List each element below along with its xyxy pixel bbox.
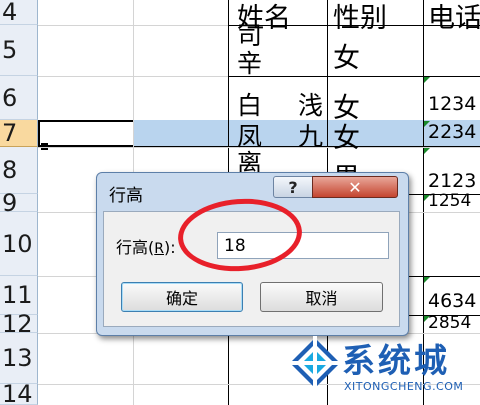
error-indicator-icon bbox=[424, 277, 430, 283]
row-header-8[interactable]: 8 bbox=[0, 147, 38, 194]
row-number: 11 bbox=[2, 281, 33, 309]
help-icon: ? bbox=[288, 177, 298, 197]
cell-phone[interactable]: 2234 bbox=[428, 121, 476, 143]
row-number: 10 bbox=[2, 229, 33, 258]
row-number: 8 bbox=[2, 156, 18, 184]
error-indicator-icon bbox=[424, 77, 430, 83]
cell-name[interactable]: 司 辛 bbox=[237, 22, 262, 78]
cell-phone[interactable]: 1254 bbox=[428, 191, 471, 211]
table-border bbox=[228, 76, 480, 77]
row-header-4[interactable]: 4 bbox=[0, 0, 38, 26]
row-height-label: 行高(R): bbox=[116, 238, 176, 257]
row-number: 6 bbox=[2, 83, 18, 112]
cell-gender[interactable]: 女 bbox=[333, 116, 360, 155]
cell-phone[interactable]: 4634 bbox=[428, 290, 476, 312]
close-icon: ✕ bbox=[348, 177, 362, 197]
row-number: 5 bbox=[2, 36, 18, 64]
cell-gender[interactable]: 女 bbox=[333, 36, 360, 75]
row-header-9[interactable]: 9 bbox=[0, 189, 38, 217]
cell-phone[interactable]: 2123 bbox=[428, 170, 476, 192]
label-shortcut: R bbox=[154, 241, 164, 257]
row-header-12[interactable]: 12 bbox=[0, 310, 38, 338]
row-header-6[interactable]: 6 bbox=[0, 76, 38, 120]
label-text: 行高 bbox=[116, 238, 149, 257]
dialog-title: 行高 bbox=[109, 186, 143, 206]
row-header-7[interactable]: 7 bbox=[0, 119, 38, 147]
watermark: 系统城 XITONGCHENG.COM bbox=[286, 330, 480, 405]
ok-button[interactable]: 确定 bbox=[121, 282, 243, 312]
header-gender[interactable]: 性别 bbox=[333, 0, 387, 35]
row-header-14[interactable]: 14 bbox=[0, 380, 38, 405]
cancel-button[interactable]: 取消 bbox=[260, 282, 383, 312]
watermark-url: XITONGCHENG.COM bbox=[344, 380, 464, 393]
row-header-13[interactable]: 13 bbox=[0, 333, 38, 384]
row-number: 13 bbox=[2, 344, 33, 372]
label-suffix: : bbox=[170, 238, 176, 257]
header-phone[interactable]: 电话 bbox=[428, 0, 480, 35]
row-header-10[interactable]: 10 bbox=[0, 212, 38, 276]
active-cell[interactable] bbox=[38, 120, 133, 147]
cell-phone[interactable]: 1234 bbox=[428, 93, 476, 115]
error-indicator-icon bbox=[424, 148, 430, 154]
row-number: 7 bbox=[2, 119, 18, 147]
close-button[interactable]: ✕ bbox=[312, 176, 398, 198]
logo-icon bbox=[288, 336, 342, 390]
cell-name[interactable]: 九 bbox=[298, 117, 323, 153]
row-header-5[interactable]: 5 bbox=[0, 25, 38, 76]
row-number: 4 bbox=[2, 0, 18, 26]
help-button[interactable]: ? bbox=[273, 176, 313, 198]
row-number: 14 bbox=[2, 380, 33, 405]
watermark-text: 系统城 bbox=[342, 341, 450, 380]
